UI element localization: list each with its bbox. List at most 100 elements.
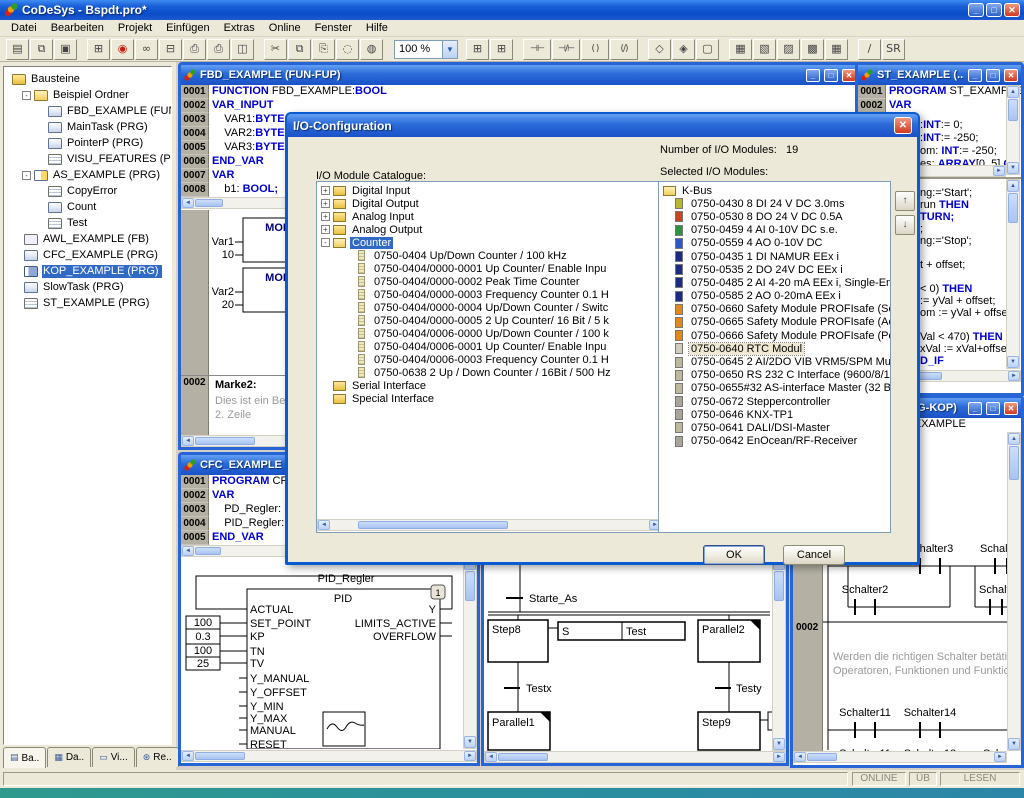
code-line[interactable]: 0001 FUNCTION FBD_EXAMPLE:BOOL — [181, 85, 859, 99]
st-decl-code[interactable]: :INT:= 0;:INT:= -250;om: INT:= -250;es: … — [920, 119, 1008, 171]
selected-module-item[interactable]: 0750-0485 2 AI 4-20 mA EEx i, Single-End… — [661, 276, 890, 289]
close-button[interactable]: ✕ — [1004, 3, 1020, 17]
menu-item[interactable]: Bearbeiten — [44, 21, 111, 35]
save-icon[interactable]: ▣ — [54, 39, 77, 60]
cfc-diagram[interactable]: PID_Regler PID 1 100 0.3 100 25 ACTUAL S… — [183, 557, 463, 749]
selected-module-item[interactable]: 0750-0646 KNX-TP1 — [661, 408, 890, 421]
coil-icon[interactable]: ( ) — [581, 39, 609, 60]
catalogue-item[interactable]: 0750-0404/0000-0002 Peak Time Counter — [319, 275, 662, 288]
find-icon[interactable]: ◌ — [336, 39, 359, 60]
selected-module-item[interactable]: 0750-0535 2 DO 24V DC EEx i — [661, 263, 890, 276]
v-scrollbar[interactable]: ▲▼ — [1006, 85, 1020, 175]
h-scrollbar[interactable]: ◄► — [317, 519, 662, 531]
sidebar-item[interactable]: KOP_EXAMPLE (PRG) — [6, 263, 171, 279]
new-file-icon[interactable]: ▤ — [6, 39, 29, 60]
menu-item[interactable]: Fenster — [308, 21, 359, 35]
catalogue-item[interactable]: + Analog Input — [319, 210, 662, 223]
sidebar-item[interactable]: AWL_EXAMPLE (FB) — [6, 231, 171, 247]
snapshot-icon[interactable]: ◫ — [231, 39, 254, 60]
selected-module-item[interactable]: 0750-0650 RS 232 C Interface (9600/8/1/N… — [661, 369, 890, 382]
close-icon[interactable]: ✕ — [894, 117, 912, 134]
selected-module-item[interactable]: 0750-0645 2 AI/2DO VIB VRM5/SPM Multi — [661, 355, 890, 368]
network-before-icon[interactable]: ⊞ — [466, 39, 489, 60]
sidebar-item[interactable]: Test — [6, 215, 171, 231]
menu-item[interactable]: Projekt — [111, 21, 159, 35]
sidebar-item[interactable]: SlowTask (PRG) — [6, 279, 171, 295]
minimize-button[interactable]: _ — [968, 402, 982, 415]
catalogue-item[interactable]: + Analog Output — [319, 223, 662, 236]
move-down-button[interactable]: ↓ — [895, 215, 915, 235]
menu-item[interactable]: Extras — [217, 21, 262, 35]
selected-module-item[interactable]: 0750-0585 2 AO 0-20mA EEx i — [661, 290, 890, 303]
return-icon[interactable]: ◈ — [672, 39, 695, 60]
selected-modules-list[interactable]: K-Bus 0750-0430 8 DI 24 V DC 3.0ms 0750-… — [658, 181, 891, 533]
kbus-root[interactable]: K-Bus — [661, 184, 890, 197]
menu-item[interactable]: Einfügen — [159, 21, 216, 35]
panel-tab[interactable]: ▭ Vi... — [92, 747, 135, 767]
find-next-icon[interactable]: ◍ — [360, 39, 383, 60]
expand-toggle[interactable] — [343, 355, 352, 364]
expand-toggle[interactable]: + — [321, 186, 330, 195]
expand-toggle[interactable] — [343, 316, 352, 325]
expand-toggle[interactable] — [343, 303, 352, 312]
jump-icon[interactable]: ◇ — [648, 39, 671, 60]
pou-add-icon[interactable]: ⊞ — [87, 39, 110, 60]
expand-toggle[interactable]: - — [321, 238, 330, 247]
sidebar-item[interactable]: Bausteine — [6, 71, 171, 87]
catalogue-item[interactable]: 0750-0404/0006-0003 Frequency Counter 0.… — [319, 353, 662, 366]
maximize-button[interactable]: □ — [986, 69, 1000, 82]
print-icon[interactable]: ⎙ — [183, 39, 206, 60]
minimize-button[interactable]: _ — [968, 69, 982, 82]
fb-en-icon[interactable]: ▧ — [753, 39, 776, 60]
menu-item[interactable]: Online — [262, 21, 308, 35]
selected-module-item[interactable]: 0750-0655#32 AS-interface Master (32 Byt… — [661, 382, 890, 395]
v-scrollbar[interactable]: ▲▼ — [1006, 179, 1020, 369]
online-stop-icon[interactable]: ◉ — [111, 39, 134, 60]
selected-module-item[interactable]: 0750-0430 8 DI 24 V DC 3.0ms — [661, 197, 890, 210]
library-icon[interactable]: ⊟ — [159, 39, 182, 60]
expand-toggle[interactable] — [343, 251, 352, 260]
selected-module-item[interactable]: 0750-0435 1 DI NAMUR EEx i — [661, 250, 890, 263]
zoom-select[interactable]: 100 % ▼ — [394, 40, 458, 59]
minimize-button[interactable]: _ — [968, 3, 984, 17]
expand-toggle[interactable] — [343, 342, 352, 351]
sidebar-item[interactable]: ST_EXAMPLE (PRG) — [6, 295, 171, 311]
ok-button[interactable]: OK — [703, 545, 765, 565]
menu-item[interactable]: Hilfe — [359, 21, 395, 35]
expand-toggle[interactable]: + — [321, 199, 330, 208]
panel-tab[interactable]: ⊛ Re.. — [136, 747, 179, 767]
selected-module-item[interactable]: 0750-0660 Safety Module PROFIsafe (Senso… — [661, 303, 890, 316]
sidebar-item[interactable]: MainTask (PRG) — [6, 119, 171, 135]
selected-module-item[interactable]: 0750-0666 Safety Module PROFIsafe (Power… — [661, 329, 890, 342]
selected-module-item[interactable]: 0750-0640 RTC Modul — [661, 342, 890, 355]
selected-module-item[interactable]: 0750-0641 DALI/DSI-Master — [661, 421, 890, 434]
expand-toggle[interactable] — [321, 394, 330, 403]
fb-icon[interactable]: ▦ — [729, 39, 752, 60]
open-file-icon[interactable]: ⧉ — [30, 39, 53, 60]
selected-module-item[interactable]: 0750-0642 EnOcean/RF-Receiver — [661, 435, 890, 448]
paste-icon[interactable]: ⎘ — [312, 39, 335, 60]
expand-toggle[interactable] — [343, 290, 352, 299]
catalogue-item[interactable]: 0750-0404/0000-0005 2 Up Counter/ 16 Bit… — [319, 314, 662, 327]
selected-module-item[interactable]: 0750-0665 Safety Module PROFIsafe (Actua… — [661, 316, 890, 329]
expand-toggle[interactable] — [343, 277, 352, 286]
chevron-down-icon[interactable]: ▼ — [442, 41, 457, 58]
catalogue-item[interactable]: Special Interface — [319, 392, 662, 405]
sfc-diagram[interactable]: Starte_As Step8 S Test Parallel2 Testx T… — [486, 557, 772, 751]
expand-toggle[interactable]: + — [321, 212, 330, 221]
cut-icon[interactable]: ✂ — [264, 39, 287, 60]
sidebar-item[interactable]: VISU_FEATURES (PRG) — [6, 151, 171, 167]
io-module-catalogue-list[interactable]: + Digital Input + Digital Output + Analo… — [316, 181, 663, 533]
sidebar-item[interactable]: - AS_EXAMPLE (PRG) — [6, 167, 171, 183]
catalogue-item[interactable]: 0750-0404/0000-0003 Frequency Counter 0.… — [319, 288, 662, 301]
sidebar-item[interactable]: CopyError — [6, 183, 171, 199]
selected-module-item[interactable]: 0750-0530 8 DO 24 V DC 0.5A — [661, 210, 890, 223]
v-scrollbar[interactable]: ▲▼ — [463, 557, 477, 749]
h-scrollbar[interactable]: ◄► — [793, 751, 1007, 763]
minimize-button[interactable]: _ — [806, 69, 820, 82]
sidebar-item[interactable]: Count — [6, 199, 171, 215]
fb-io-icon[interactable]: ▦ — [825, 39, 848, 60]
watch-icon[interactable]: ∞ — [135, 39, 158, 60]
sidebar-item[interactable]: CFC_EXAMPLE (PRG) — [6, 247, 171, 263]
sidebar-item[interactable]: PointerP (PRG) — [6, 135, 171, 151]
